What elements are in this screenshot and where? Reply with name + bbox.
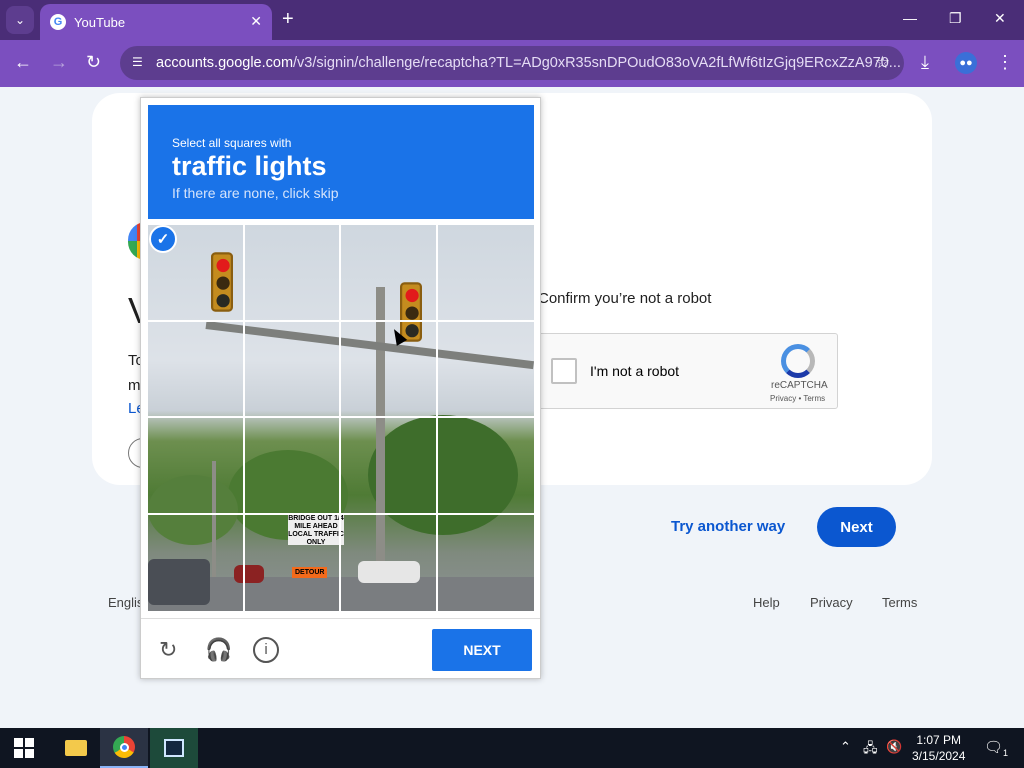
challenge-footer: ↻ 🎧 i NEXT [141,618,540,678]
car [234,565,264,583]
recaptcha-privacy-terms[interactable]: Privacy • Terms [770,394,825,403]
grid-tile[interactable] [245,225,339,320]
info-icon[interactable]: i [253,637,279,663]
notification-center-icon[interactable]: 🗨1 [984,738,1008,758]
windows-taskbar: ⌃ 🖧 🔇 1:07 PM 3/15/2024 🗨1 [0,728,1024,768]
next-button[interactable]: Next [817,507,896,547]
signal-arm [205,321,534,370]
challenge-object: traffic lights [172,151,327,181]
volume-muted-icon[interactable]: 🔇 [886,739,902,755]
recaptcha-brand: reCAPTCHA [771,380,828,391]
tab-strip: ⌄ G YouTube ✕ + — ❐ ✕ [0,0,1024,40]
not-robot-label: I'm not a robot [590,363,680,379]
profile-avatar-icon[interactable]: ●● [955,52,977,74]
reload-icon[interactable]: ↻ [159,637,177,663]
reload-page-icon[interactable]: ↻ [86,52,101,73]
grid-tile[interactable] [438,225,534,320]
utility-pole [376,287,385,607]
car [148,559,210,605]
bookmark-star-icon[interactable]: ☆ [875,53,890,73]
url-host: accounts.google.com [156,55,294,71]
google-favicon-icon: G [50,14,66,30]
file-explorer-taskbar-button[interactable] [52,728,100,768]
tray-chevron-icon[interactable]: ⌃ [840,739,851,755]
language-selector[interactable]: Englis [108,595,143,610]
back-icon[interactable]: ← [14,52,32,73]
chevron-down-icon: ⌄ [14,13,26,27]
grid-divider [148,513,534,515]
minimize-button[interactable]: — [903,10,917,26]
tab-youtube[interactable]: G YouTube ✕ [40,4,272,40]
grid-divider [148,320,534,322]
windows-start-icon[interactable] [14,738,34,758]
browser-toolbar: ← → ↻ ☰ accounts.google.com/v3/signin/ch… [0,40,1024,87]
footer-privacy-link[interactable]: Privacy [810,595,853,610]
url-path: /v3/signin/challenge/recaptcha?TL=ADg0xR… [293,55,901,71]
tab-title: YouTube [74,14,126,30]
challenge-next-button[interactable]: NEXT [432,629,532,671]
close-tab-icon[interactable]: ✕ [250,13,262,30]
try-another-way-button[interactable]: Try another way [671,518,785,535]
grid-divider [148,416,534,418]
detour-sign: DETOUR [292,567,328,578]
chrome-icon [113,736,135,758]
forward-icon[interactable]: → [50,52,68,73]
folder-icon [65,740,87,756]
restore-button[interactable]: ❐ [949,10,962,27]
media-app-taskbar-button[interactable] [150,728,198,768]
clock-date: 3/15/2024 [912,749,966,763]
film-icon [164,739,184,757]
not-robot-checkbox[interactable] [551,358,577,384]
footer-terms-link[interactable]: Terms [882,595,917,610]
grid-tile[interactable] [341,225,436,320]
recaptcha-challenge-popup: Select all squares with traffic lights I… [140,97,541,679]
window-close-button[interactable]: ✕ [994,10,1006,27]
chrome-taskbar-button[interactable] [100,728,148,768]
bridge-out-sign: BRIDGE OUT 1/4 MILE AHEAD LOCAL TRAFFIC … [288,515,344,546]
address-bar[interactable]: ☰ accounts.google.com/v3/signin/challeng… [120,46,904,80]
car [358,561,420,583]
download-icon[interactable]: ⤓ [921,52,929,73]
tile-selected-check-icon: ✓ [149,225,177,253]
notification-count: 1 [1003,748,1009,758]
browser-menu-icon[interactable]: ⋮ [996,52,1014,73]
audio-icon[interactable]: 🎧 [205,637,232,663]
challenge-skip-hint: If there are none, click skip [172,185,339,201]
challenge-image-grid: BRIDGE OUT 1/4 MILE AHEAD LOCAL TRAFFIC … [148,225,534,611]
footer-help-link[interactable]: Help [753,595,780,610]
challenge-header: Select all squares with traffic lights I… [148,105,534,219]
recaptcha-widget: I'm not a robot reCAPTCHA Privacy • Term… [538,333,838,409]
body-text-fragment: m [128,377,141,394]
recaptcha-logo-icon [781,344,815,378]
tab-search-button[interactable]: ⌄ [6,6,34,34]
new-tab-button[interactable]: + [282,9,294,29]
network-icon[interactable]: 🖧 [863,739,878,761]
system-clock[interactable]: 1:07 PM 3/15/2024 [912,732,965,764]
challenge-instruction: Select all squares with [172,136,292,150]
tree [368,415,518,535]
clock-time: 1:07 PM [916,733,962,747]
confirm-text: Confirm you’re not a robot [538,290,712,307]
tree [148,475,238,545]
site-info-icon[interactable]: ☰ [132,55,148,71]
